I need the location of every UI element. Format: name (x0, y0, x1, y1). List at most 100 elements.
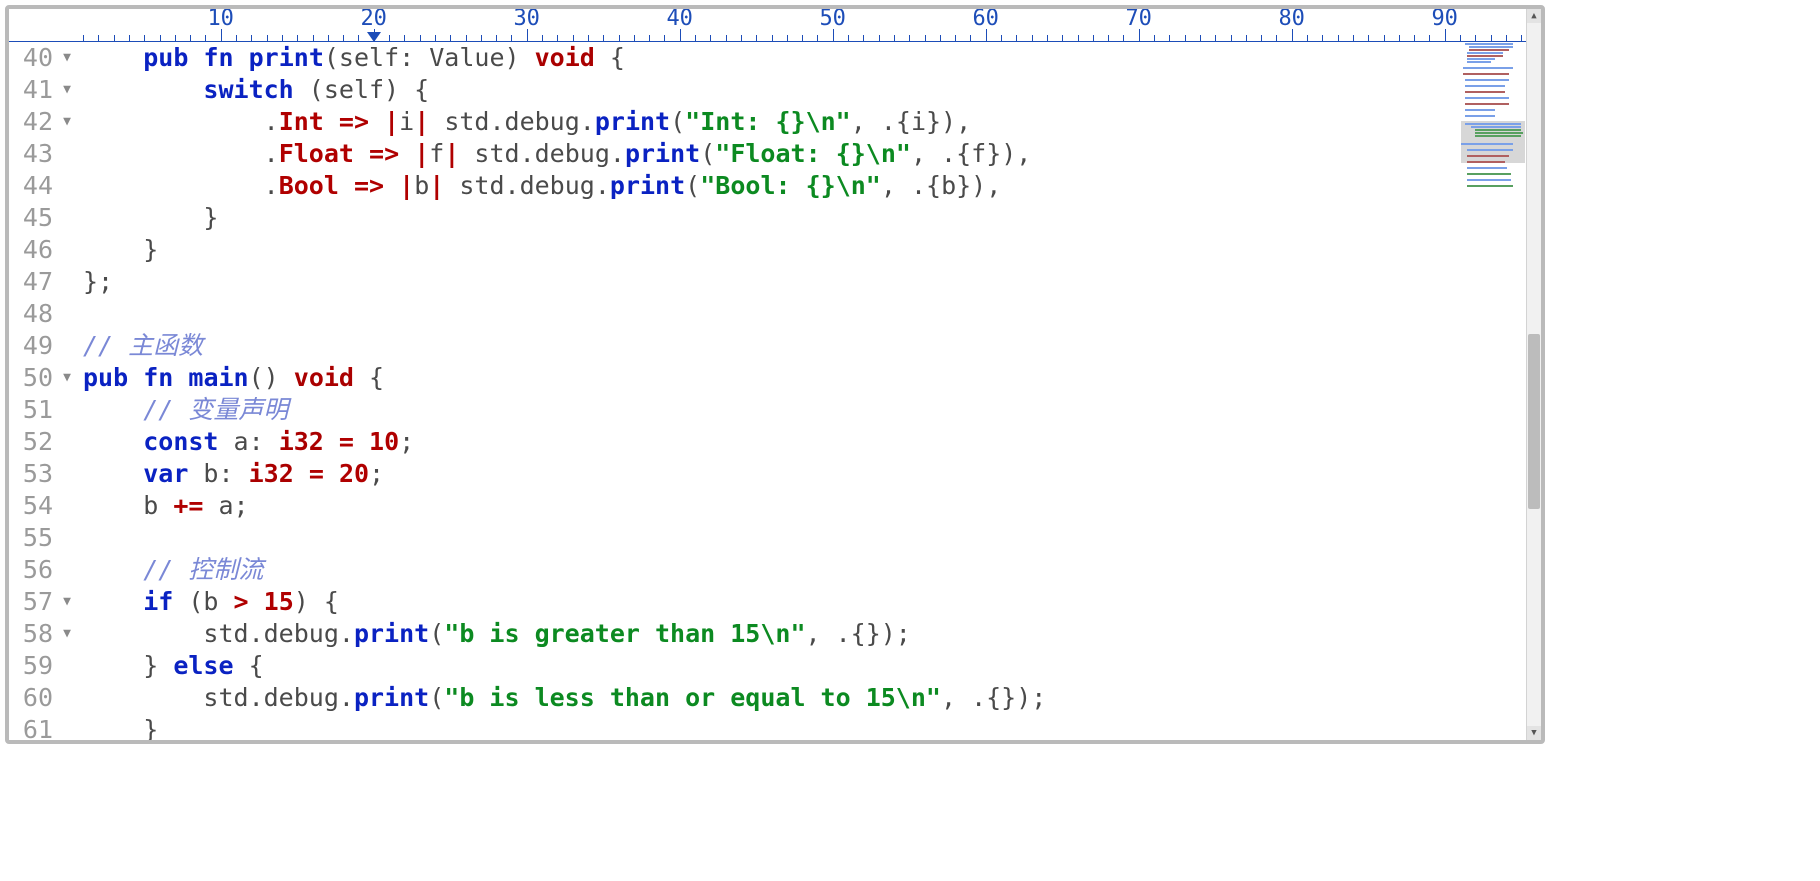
line-number[interactable]: 55 (9, 522, 71, 554)
line-number-text: 48 (23, 299, 53, 328)
ruler-tick (1093, 35, 1094, 41)
line-number[interactable]: 47 (9, 266, 71, 298)
code-line[interactable]: .Int => |i| std.debug.print("Int: {}\n",… (83, 106, 1457, 138)
code-token: 20 (339, 459, 369, 488)
minimap-line (1467, 155, 1509, 157)
fold-toggle-icon[interactable]: ▼ (63, 586, 71, 618)
line-number[interactable]: 48 (9, 298, 71, 330)
minimap-line (1471, 126, 1521, 128)
code-area[interactable]: pub fn print(self: Value) void { switch … (71, 42, 1457, 740)
line-number[interactable]: 51 (9, 394, 71, 426)
code-line[interactable]: } (83, 234, 1457, 266)
code-token (83, 107, 264, 136)
code-line[interactable]: // 控制流 (83, 554, 1457, 586)
ruler-tick (129, 35, 130, 41)
minimap-line (1475, 135, 1521, 137)
code-line[interactable]: // 变量声明 (83, 394, 1457, 426)
ruler-tick (1384, 35, 1385, 41)
line-number[interactable]: 52 (9, 426, 71, 458)
code-line[interactable] (83, 522, 1457, 554)
fold-toggle-icon[interactable]: ▼ (63, 106, 71, 138)
code-token: ( (429, 683, 444, 712)
code-token: => (354, 171, 384, 200)
ruler-tick (511, 35, 512, 41)
code-token: void (294, 363, 354, 392)
code-token: print (595, 107, 670, 136)
code-line[interactable]: } (83, 202, 1457, 234)
ruler-tick (1429, 35, 1430, 41)
line-number-text: 40 (23, 43, 53, 72)
code-token: Bool (279, 171, 339, 200)
scroll-thumb[interactable] (1528, 334, 1540, 509)
ruler-tick (879, 35, 880, 41)
code-line[interactable]: pub fn main() void { (83, 362, 1457, 394)
line-number[interactable]: 41▼ (9, 74, 71, 106)
code-line[interactable]: }; (83, 266, 1457, 298)
code-line[interactable]: if (b > 15) { (83, 586, 1457, 618)
code-line[interactable] (83, 298, 1457, 330)
code-line[interactable]: switch (self) { (83, 74, 1457, 106)
code-token: "Float: {}\n" (715, 139, 911, 168)
code-token: // 变量声明 (143, 395, 288, 424)
code-token: . (264, 139, 279, 168)
minimap[interactable] (1461, 43, 1525, 738)
line-number[interactable]: 43 (9, 138, 71, 170)
line-number[interactable]: 61 (9, 714, 71, 740)
code-token (83, 43, 143, 72)
code-line[interactable]: var b: i32 = 20; (83, 458, 1457, 490)
line-number-text: 58 (23, 619, 53, 648)
ruler-caret-marker-icon[interactable] (367, 32, 381, 42)
code-line[interactable]: const a: i32 = 10; (83, 426, 1457, 458)
line-number[interactable]: 40 ▼ (9, 42, 71, 74)
line-number-text: 47 (23, 267, 53, 296)
line-number-text: 49 (23, 331, 53, 360)
line-number[interactable]: 53 (9, 458, 71, 490)
fold-toggle-icon[interactable]: ▼ (63, 74, 71, 106)
fold-toggle-icon[interactable]: ▼ (63, 362, 71, 394)
code-token: => (369, 139, 399, 168)
minimap-line (1465, 115, 1495, 117)
code-token (324, 427, 339, 456)
code-line[interactable]: std.debug.print("b is greater than 15\n"… (83, 618, 1457, 650)
code-line[interactable]: std.debug.print("b is less than or equal… (83, 682, 1457, 714)
code-line[interactable]: b += a; (83, 490, 1457, 522)
line-number[interactable]: 46 (9, 234, 71, 266)
ruler-tick (726, 35, 727, 41)
fold-toggle-icon[interactable]: ▼ (63, 42, 71, 74)
line-number[interactable]: 45 (9, 202, 71, 234)
code-line[interactable]: // 主函数 (83, 330, 1457, 362)
line-number[interactable]: 58 ▼ (9, 618, 71, 650)
line-number[interactable]: 57▼ (9, 586, 71, 618)
code-token (83, 459, 143, 488)
scroll-up-button[interactable]: ▲ (1527, 9, 1541, 23)
code-token (83, 139, 264, 168)
scroll-down-button[interactable]: ▼ (1527, 726, 1541, 740)
code-line[interactable]: pub fn print(self: Value) void { (83, 42, 1457, 74)
line-number[interactable]: 42▼ (9, 106, 71, 138)
line-number[interactable]: 44 (9, 170, 71, 202)
ruler-tick (970, 35, 971, 41)
code-line[interactable]: } else { (83, 650, 1457, 682)
ruler-label: 40 (666, 9, 693, 31)
minimap-line (1465, 79, 1509, 81)
ruler-tick (1062, 35, 1063, 41)
line-number[interactable]: 50▼ (9, 362, 71, 394)
code-token: a: (218, 427, 278, 456)
code-token: , .{}); (941, 683, 1046, 712)
fold-toggle-icon[interactable]: ▼ (63, 618, 71, 650)
vertical-scrollbar[interactable]: ▲ ▼ (1526, 9, 1541, 740)
code-token: print (625, 139, 700, 168)
code-token (83, 587, 143, 616)
line-number[interactable]: 54 (9, 490, 71, 522)
line-number[interactable]: 56 (9, 554, 71, 586)
code-line[interactable]: } (83, 714, 1457, 740)
code-line[interactable]: .Float => |f| std.debug.print("Float: {}… (83, 138, 1457, 170)
code-token: b (414, 171, 429, 200)
line-number[interactable]: 60 (9, 682, 71, 714)
line-number-gutter[interactable]: 40▼41▼42▼4344454647484950▼51525354555657… (9, 42, 71, 740)
line-number[interactable]: 59 (9, 650, 71, 682)
code-line[interactable]: .Bool => |b| std.debug.print("Bool: {}\n… (83, 170, 1457, 202)
ruler-tick (1169, 35, 1170, 41)
ruler[interactable]: 102030405060708090 (9, 9, 1527, 42)
line-number[interactable]: 49 (9, 330, 71, 362)
